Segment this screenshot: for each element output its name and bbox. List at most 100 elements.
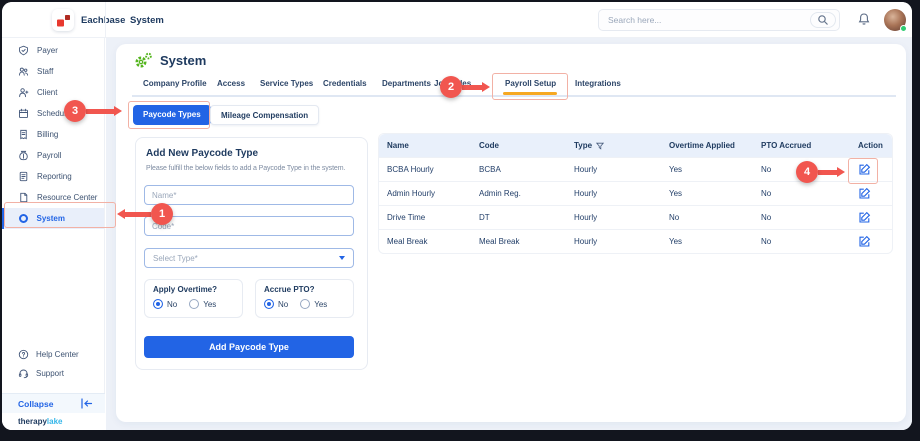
shield-icon	[18, 45, 29, 56]
tab-integrations[interactable]: Integrations	[575, 79, 621, 88]
radio-unselected-icon	[300, 299, 310, 309]
sidebar-item-staff[interactable]: Staff	[2, 61, 104, 82]
annotation-arrow-bar	[86, 109, 114, 114]
sidebar-item-system[interactable]: System	[2, 208, 104, 229]
sidebar-item-label: Staff	[37, 67, 53, 76]
sidebar-item-label: Reporting	[37, 172, 72, 181]
type-select-placeholder: Select Type*	[153, 254, 198, 263]
col-overtime-applied: Overtime Applied	[661, 141, 753, 150]
overtime-no-option[interactable]: No	[153, 299, 177, 309]
cell-code: DT	[471, 213, 566, 222]
chevron-down-icon	[339, 256, 345, 260]
brand-name: Eachbase	[81, 15, 125, 26]
annotation-arrow-right-icon	[837, 167, 845, 177]
annotation-badge-1: 1	[151, 203, 173, 225]
type-select[interactable]: Select Type*	[144, 248, 354, 268]
radio-unselected-icon	[189, 299, 199, 309]
bell-icon	[857, 12, 871, 27]
cell-type: Hourly	[566, 189, 661, 198]
help-center-link[interactable]: Help Center	[2, 345, 105, 364]
form-subtitle: Please fulfill the below fields to add a…	[146, 165, 345, 172]
sidebar-item-label: System	[37, 214, 65, 223]
collapse-label: Collapse	[18, 399, 53, 409]
annotation-badge-3: 3	[64, 100, 86, 122]
global-search	[598, 9, 840, 31]
form-title: Add New Paycode Type	[146, 148, 258, 159]
tab-credentials[interactable]: Credentials	[323, 79, 367, 88]
col-name: Name	[379, 141, 471, 150]
app-window: Eachbase System Payer Staff	[2, 2, 912, 430]
search-button[interactable]	[810, 12, 836, 28]
tab-departments[interactable]: Departments	[382, 79, 431, 88]
brand-logo[interactable]	[52, 9, 74, 31]
edit-icon	[858, 235, 871, 248]
search-icon	[817, 14, 829, 26]
col-code: Code	[471, 141, 566, 150]
cell-name: Admin Hourly	[379, 189, 471, 198]
overtime-yes-option[interactable]: Yes	[189, 299, 216, 309]
eachbase-logo-icon	[56, 13, 71, 28]
cell-pto: No	[753, 213, 850, 222]
ring-icon	[18, 213, 29, 224]
cell-overtime: No	[661, 213, 753, 222]
apply-overtime-label: Apply Overtime?	[153, 285, 234, 294]
therapylake-logo: therapylake	[2, 413, 105, 430]
code-field[interactable]	[144, 216, 354, 236]
notifications-button[interactable]	[857, 12, 871, 32]
sidebar-item-resource-center[interactable]: Resource Center	[2, 187, 104, 208]
edit-button[interactable]	[850, 235, 892, 248]
person-icon	[18, 87, 29, 98]
sidebar-item-client[interactable]: Client	[2, 82, 104, 103]
tab-payroll-setup[interactable]: Payroll Setup	[505, 79, 556, 88]
page-title: System	[130, 15, 164, 26]
subtab-mileage-compensation[interactable]: Mileage Compensation	[210, 105, 319, 125]
name-field[interactable]	[144, 185, 354, 205]
pto-yes-option[interactable]: Yes	[300, 299, 327, 309]
user-avatar[interactable]	[884, 9, 906, 31]
collapse-sidebar-button[interactable]: Collapse	[2, 393, 105, 413]
tab-service-types[interactable]: Service Types	[260, 79, 313, 88]
annotation-arrow-bar	[124, 212, 151, 217]
sidebar-item-payroll[interactable]: Payroll	[2, 145, 104, 166]
cell-pto: No	[753, 189, 850, 198]
annotation-badge-4: 4	[796, 161, 818, 183]
sidebar-item-reporting[interactable]: Reporting	[2, 166, 104, 187]
search-input[interactable]	[599, 15, 810, 25]
cell-code: Admin Reg.	[471, 189, 566, 198]
support-label: Support	[36, 369, 64, 378]
filter-icon[interactable]	[596, 142, 604, 150]
active-tab-underline	[503, 92, 557, 95]
col-pto-accrued: PTO Accrued	[753, 141, 850, 150]
sidebar-item-schedule[interactable]: Schedule	[2, 103, 104, 124]
report-icon	[18, 171, 29, 182]
sidebar: Payer Staff Client Schedule Billing Payr…	[2, 38, 105, 430]
pto-no-option[interactable]: No	[264, 299, 288, 309]
question-circle-icon	[18, 349, 29, 360]
cell-type: Hourly	[566, 213, 661, 222]
edit-button[interactable]	[850, 163, 892, 176]
accrue-pto-label: Accrue PTO?	[264, 285, 345, 294]
sidebar-item-billing[interactable]: Billing	[2, 124, 104, 145]
col-action: Action	[850, 141, 892, 150]
edit-button[interactable]	[850, 211, 892, 224]
edit-button[interactable]	[850, 187, 892, 200]
col-type[interactable]: Type	[566, 141, 661, 150]
cell-name: Drive Time	[379, 213, 471, 222]
add-paycode-type-button[interactable]: Add Paycode Type	[144, 336, 354, 358]
sidebar-item-payer[interactable]: Payer	[2, 40, 104, 61]
support-link[interactable]: Support	[2, 364, 105, 383]
add-paycode-form: Add New Paycode Type Please fulfill the …	[135, 137, 368, 370]
annotation-arrow-right-icon	[114, 106, 122, 116]
subtab-paycode-types[interactable]: Paycode Types	[133, 105, 211, 125]
tabs-divider	[132, 95, 896, 97]
tab-access[interactable]: Access	[217, 79, 245, 88]
cell-code: Meal Break	[471, 237, 566, 246]
annotation-arrow-bar	[462, 85, 482, 90]
edit-icon	[858, 163, 871, 176]
annotation-badge-2: 2	[440, 76, 462, 98]
header-divider	[105, 2, 106, 38]
annotation-arrow-bar	[818, 170, 837, 175]
headset-icon	[18, 368, 29, 379]
cell-pto: No	[753, 237, 850, 246]
tab-company-profile[interactable]: Company Profile	[143, 79, 207, 88]
